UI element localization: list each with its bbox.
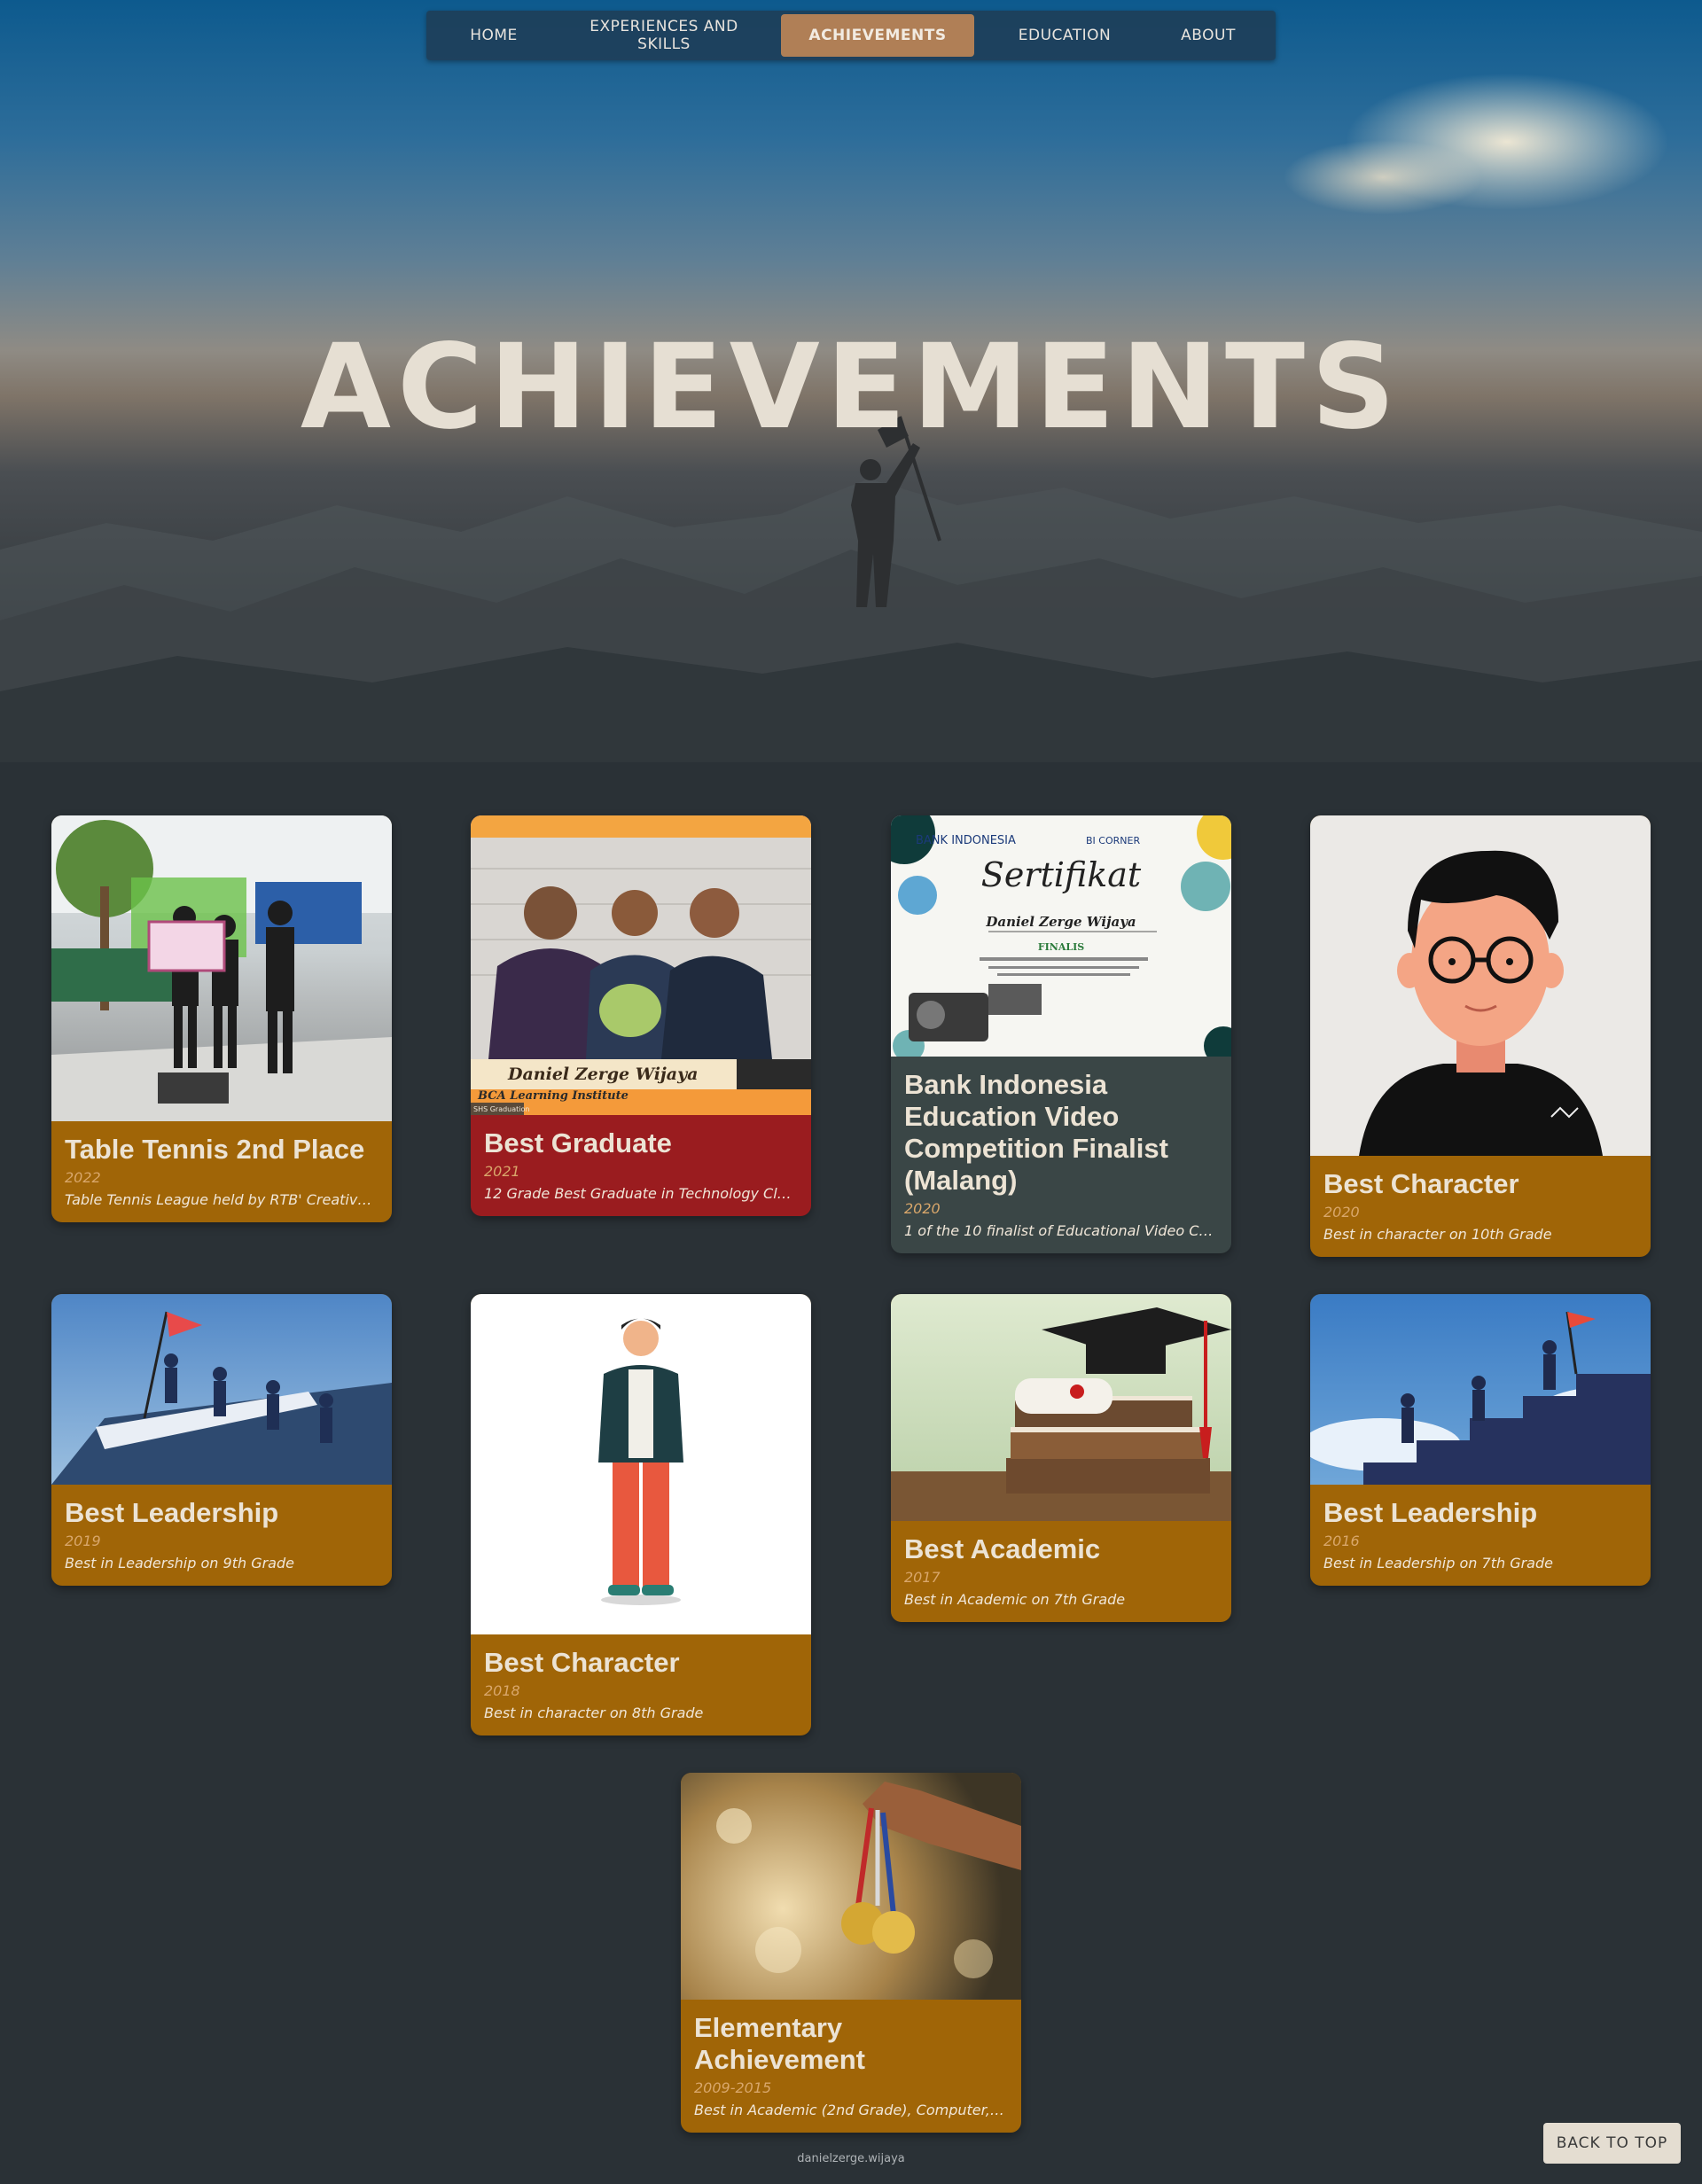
nav-home[interactable]: HOME bbox=[441, 14, 547, 57]
card-year: 2017 bbox=[904, 1569, 941, 1586]
overlay-name: Daniel Zerge Wijaya bbox=[507, 1065, 698, 1084]
card-description: Table Tennis League held by RTB' Creativ… bbox=[65, 1191, 379, 1208]
card-title: Best Character bbox=[484, 1647, 680, 1678]
overlay-tag: SHS Graduation bbox=[473, 1105, 529, 1113]
standing-man-illustration bbox=[471, 1294, 811, 1634]
overlay-school: BCA Learning Institute bbox=[477, 1089, 628, 1103]
avatar-illustration bbox=[1310, 815, 1651, 1156]
card-year: 2020 bbox=[1323, 1204, 1360, 1221]
card-year: 2019 bbox=[65, 1533, 101, 1549]
card-description: 12 Grade Best Graduate in Technology Cla… bbox=[484, 1185, 798, 1202]
achievement-card[interactable]: Daniel Zerge Wijaya BCA Learning Institu… bbox=[471, 815, 811, 1216]
achievement-card[interactable]: Best Character 2018 Best in character on… bbox=[471, 1294, 811, 1736]
cert-bank: BANK INDONESIA bbox=[916, 834, 1016, 847]
card-title: Best Graduate bbox=[484, 1127, 672, 1158]
card-year: 2020 bbox=[904, 1200, 941, 1217]
certificate-image: BANK INDONESIA BI CORNER Sertifikat Dani… bbox=[891, 815, 1231, 1057]
leadership-illustration bbox=[51, 1294, 392, 1485]
achievement-card[interactable]: Best Leadership 2016 Best in Leadership … bbox=[1310, 1294, 1651, 1586]
cert-heading: Sertifikat bbox=[981, 855, 1142, 894]
achievement-card[interactable]: Best Character 2020 Best in character on… bbox=[1310, 815, 1651, 1257]
cert-status: FINALIS bbox=[1038, 941, 1084, 953]
card-title: Elementary Achievement bbox=[694, 2012, 865, 2075]
achievement-card[interactable]: BANK INDONESIA BI CORNER Sertifikat Dani… bbox=[891, 815, 1231, 1253]
table-tennis-photo bbox=[51, 815, 392, 1121]
card-description: Best in Leadership on 9th Grade bbox=[65, 1555, 294, 1572]
page-title: ACHIEVEMENTS bbox=[300, 319, 1402, 456]
card-year: 2016 bbox=[1323, 1533, 1360, 1549]
graduation-photo: Daniel Zerge Wijaya BCA Learning Institu… bbox=[471, 815, 811, 1115]
hero-banner: ACHIEVEMENTS bbox=[0, 0, 1702, 762]
card-description: Best in Academic on 7th Grade bbox=[904, 1591, 1126, 1608]
card-year: 2009-2015 bbox=[694, 2079, 772, 2096]
card-title: Best Character bbox=[1323, 1168, 1519, 1199]
books-cap-photo bbox=[891, 1294, 1231, 1521]
footer-credit: danielzerge.wijaya bbox=[797, 2152, 905, 2165]
nav-education[interactable]: EDUCATION bbox=[1003, 14, 1127, 57]
cert-name: Daniel Zerge Wijaya bbox=[985, 914, 1136, 930]
card-title: Bank Indonesia Education Video Competiti… bbox=[904, 1069, 1168, 1196]
top-nav: HOME EXPERIENCES AND SKILLS ACHIEVEMENTS… bbox=[426, 11, 1276, 60]
card-title: Table Tennis 2nd Place bbox=[65, 1134, 365, 1165]
achievement-card[interactable]: Best Academic 2017 Best in Academic on 7… bbox=[891, 1294, 1231, 1622]
nav-experiences-skills[interactable]: EXPERIENCES AND SKILLS bbox=[575, 14, 753, 57]
card-description: Best in Leadership on 7th Grade bbox=[1323, 1555, 1553, 1572]
cert-corner: BI CORNER bbox=[1086, 835, 1140, 846]
card-description: Best in character on 8th Grade bbox=[484, 1704, 704, 1721]
card-year: 2022 bbox=[65, 1169, 101, 1186]
achievement-card[interactable]: Elementary Achievement 2009-2015 Best in… bbox=[681, 1773, 1021, 2133]
card-description: Best in character on 10th Grade bbox=[1323, 1226, 1552, 1243]
achievement-card[interactable]: Table Tennis 2nd Place 2022 Table Tennis… bbox=[51, 815, 392, 1222]
card-title: Best Leadership bbox=[65, 1497, 279, 1528]
card-description: Best in Academic (2nd Grade), Computer, … bbox=[694, 2102, 1008, 2118]
card-year: 2021 bbox=[484, 1163, 520, 1180]
climb-illustration bbox=[1310, 1294, 1651, 1485]
card-title: Best Academic bbox=[904, 1533, 1101, 1564]
card-description: 1 of the 10 finalist of Educational Vide… bbox=[904, 1222, 1218, 1239]
nav-about[interactable]: ABOUT bbox=[1155, 14, 1261, 57]
nav-achievements[interactable]: ACHIEVEMENTS bbox=[781, 14, 974, 57]
achievement-card[interactable]: Best Leadership 2019 Best in Leadership … bbox=[51, 1294, 392, 1586]
card-title: Best Leadership bbox=[1323, 1497, 1538, 1528]
card-year: 2018 bbox=[484, 1682, 520, 1699]
medals-photo bbox=[681, 1773, 1021, 2000]
